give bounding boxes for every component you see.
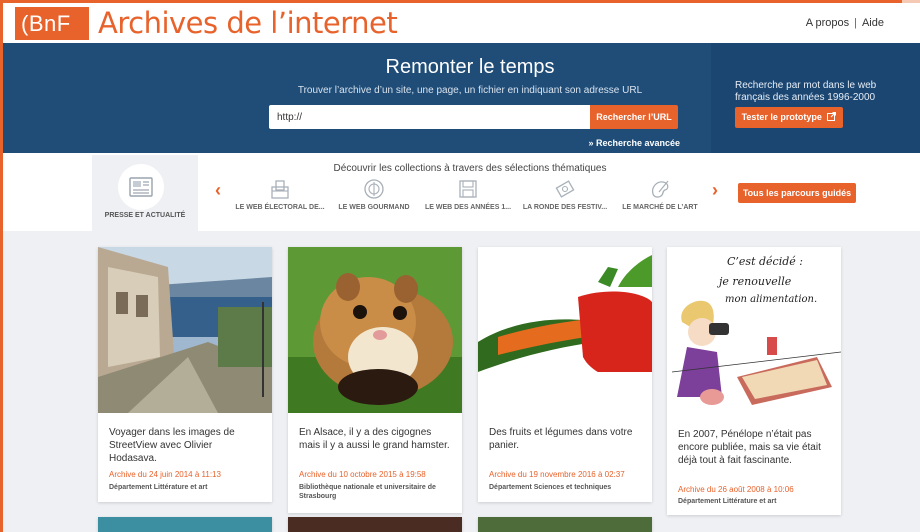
card-department: Département Littérature et art <box>678 498 777 505</box>
card-date: Archive du 24 juin 2014 à 11:13 <box>109 470 221 479</box>
card-date: Archive du 26 août 2008 à 10:06 <box>678 485 794 494</box>
advanced-search-link[interactable]: » Recherche avancée <box>560 138 680 148</box>
film-icon <box>555 180 575 198</box>
collection-item-electoral[interactable] <box>234 178 326 200</box>
carousel-next-arrow[interactable]: › <box>712 180 718 201</box>
collection-item-art[interactable] <box>614 178 706 200</box>
collection-active-label: PRESSE ET ACTUALITÉ <box>104 212 186 219</box>
card-image-partial <box>288 517 462 532</box>
plate-icon <box>364 179 384 199</box>
search-subtitle: Trouver l’archive d’un site, une page, u… <box>297 85 643 96</box>
card-next-row-3[interactable] <box>478 517 652 532</box>
card-date: Archive du 19 novembre 2016 à 02:37 <box>489 470 625 479</box>
link-separator: | <box>854 17 857 29</box>
collection-label-annees: LE WEB DES ANNÉES 1... <box>424 204 512 211</box>
collection-label-electoral: LE WEB ÉLECTORAL DE... <box>235 204 325 211</box>
card-fruits[interactable]: Des fruits et légumes dans votre panier.… <box>478 247 652 502</box>
card-image-partial <box>98 517 272 532</box>
collection-item-festivals[interactable] <box>519 178 611 200</box>
collections-heading: Découvrir les collections à travers des … <box>333 163 607 174</box>
card-image-hamster <box>288 247 462 413</box>
vegetables-photo <box>478 247 652 413</box>
card-text: Voyager dans les images de StreetView av… <box>109 427 235 464</box>
header: (BnF Archives de l’internet A propos | Aid… <box>3 3 920 43</box>
card-streetview[interactable]: Voyager dans les images de StreetView av… <box>98 247 272 502</box>
card-hamster[interactable]: En Alsace, il y a des cigognes mais il y… <box>288 247 462 513</box>
bnf-logo[interactable]: (BnF <box>15 7 89 40</box>
collection-item-gourmand[interactable] <box>328 178 420 200</box>
top-links: A propos | Aide <box>806 17 884 29</box>
newspaper-icon <box>129 177 153 197</box>
card-next-row-1[interactable] <box>98 517 272 532</box>
floppy-disk-icon <box>459 180 477 198</box>
card-department: Département Littérature et art <box>109 484 208 491</box>
card-text: En Alsace, il y a des cigognes mais il y… <box>299 427 450 451</box>
collection-label-art: LE MARCHÉ DE L’ART <box>622 204 698 211</box>
palette-icon <box>651 180 669 198</box>
site-title[interactable]: Archives de l’internet <box>98 6 398 40</box>
external-link-icon <box>827 112 837 121</box>
card-text: En 2007, Pénélope n’était pas encore pub… <box>678 429 821 466</box>
handwriting-line-2: je renouvelle <box>716 275 792 288</box>
penelope-illustration: C’est décidé : je renouvelle mon aliment… <box>667 247 841 415</box>
link-a-propos[interactable]: A propos <box>806 17 849 29</box>
link-aide[interactable]: Aide <box>862 17 884 29</box>
handwriting-line-1: C’est décidé : <box>727 255 803 268</box>
test-prototype-label: Tester le prototype <box>741 112 822 122</box>
card-department: Département Sciences et techniques <box>489 484 612 491</box>
url-input[interactable] <box>269 105 591 129</box>
all-guided-tours-button[interactable]: Tous les parcours guidés <box>738 183 856 203</box>
card-image-fruits <box>478 247 652 413</box>
street-photo <box>98 247 272 413</box>
collection-label-gourmand: LE WEB GOURMAND <box>338 204 410 211</box>
search-title: Remonter le temps <box>385 56 555 78</box>
card-image-penelope: C’est décidé : je renouvelle mon aliment… <box>667 247 841 415</box>
search-url-button[interactable]: Rechercher l’URL <box>590 105 678 129</box>
carousel-prev-arrow[interactable]: ‹ <box>215 180 221 201</box>
card-image-partial <box>478 517 652 532</box>
card-image-streetview <box>98 247 272 413</box>
handwriting-line-3: mon alimentation. <box>725 294 817 305</box>
card-next-row-2[interactable] <box>288 517 462 532</box>
test-prototype-button[interactable]: Tester le prototype <box>735 107 843 128</box>
ballot-box-icon <box>271 180 289 199</box>
hamster-photo <box>288 247 462 413</box>
card-text: Des fruits et légumes dans votre panier. <box>489 427 633 451</box>
card-penelope[interactable]: C’est décidé : je renouvelle mon aliment… <box>667 247 841 515</box>
prototype-text: Recherche par mot dans le web français d… <box>735 80 877 103</box>
card-department: Bibliothèque nationale et universitaire … <box>299 484 436 500</box>
card-date: Archive du 10 octobre 2015 à 19:58 <box>299 470 426 479</box>
collection-item-annees[interactable] <box>422 178 514 200</box>
collection-label-festivals: LA RONDE DES FESTIV... <box>522 204 608 211</box>
